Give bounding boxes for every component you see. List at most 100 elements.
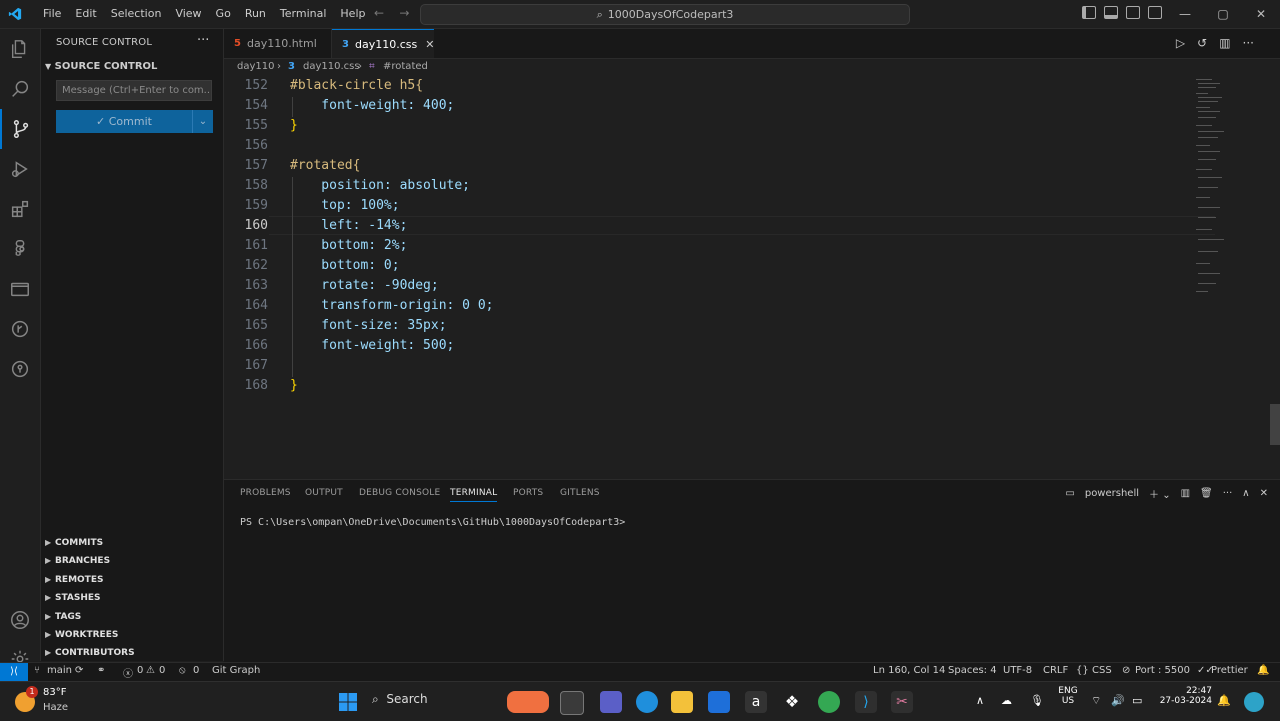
amazon-icon[interactable]: a bbox=[745, 691, 767, 713]
group-tags[interactable]: ▶ TAGS bbox=[45, 612, 81, 622]
close-tab-icon[interactable]: ✕ bbox=[425, 38, 434, 51]
vscode-taskbar-icon[interactable]: ⟩ bbox=[855, 691, 877, 713]
breadcrumb-file[interactable]: day110.css bbox=[303, 61, 360, 72]
menu-view[interactable]: View bbox=[168, 0, 208, 28]
maximize-panel-icon[interactable]: ∧ bbox=[1242, 488, 1249, 499]
run-debug-icon[interactable] bbox=[0, 149, 40, 189]
microsoft-store-icon[interactable] bbox=[708, 691, 730, 713]
prettier-status[interactable]: Prettier bbox=[1211, 665, 1248, 676]
sync-icon[interactable]: ⟳ bbox=[75, 665, 83, 676]
tab-day110-css[interactable]: 3 day110.css ✕ bbox=[332, 29, 434, 58]
explorer-icon[interactable] bbox=[0, 29, 40, 69]
accounts-icon[interactable] bbox=[0, 600, 40, 640]
code-editor[interactable]: 152 154 155 156 157 158 159 160 161 162 … bbox=[224, 77, 1280, 479]
teams-icon[interactable] bbox=[600, 691, 622, 713]
copilot-icon[interactable] bbox=[1244, 692, 1264, 712]
breadcrumb-folder[interactable]: day110 bbox=[237, 61, 274, 72]
tab-gitlens[interactable]: GITLENS bbox=[560, 488, 600, 498]
source-control-section-header[interactable]: ▼ SOURCE CONTROL bbox=[45, 61, 157, 72]
tab-terminal[interactable]: TERMINAL bbox=[450, 488, 498, 502]
menu-terminal[interactable]: Terminal bbox=[273, 0, 334, 28]
branch-name[interactable]: main bbox=[47, 665, 72, 676]
minimize-icon[interactable]: — bbox=[1166, 0, 1204, 28]
notifications-bell-icon[interactable]: 🔔 bbox=[1257, 665, 1269, 676]
new-terminal-icon[interactable]: ＋ ⌄ bbox=[1149, 486, 1171, 501]
toggle-panel-icon[interactable] bbox=[1104, 6, 1118, 19]
close-panel-icon[interactable]: ✕ bbox=[1260, 488, 1268, 499]
forward-arrow-icon[interactable]: → bbox=[399, 6, 409, 20]
notification-bell-icon[interactable]: 🔔 bbox=[1217, 694, 1231, 707]
customize-layout-icon[interactable] bbox=[1148, 6, 1162, 19]
minimap[interactable] bbox=[1192, 77, 1252, 307]
weather-temperature[interactable]: 83°F bbox=[43, 687, 66, 698]
volume-icon[interactable]: 🔊 bbox=[1111, 694, 1125, 707]
breadcrumb-symbol[interactable]: #rotated bbox=[383, 61, 428, 72]
group-contributors[interactable]: ▶ CONTRIBUTORS bbox=[45, 648, 135, 658]
live-share-icon[interactable]: ⚭ bbox=[97, 665, 105, 676]
close-window-icon[interactable]: ✕ bbox=[1242, 0, 1280, 28]
task-view-icon[interactable] bbox=[560, 691, 584, 715]
figma-icon[interactable] bbox=[0, 229, 40, 269]
input-language[interactable]: ENG US bbox=[1056, 686, 1080, 706]
tab-debug-console[interactable]: DEBUG CONSOLE bbox=[359, 488, 440, 498]
maximize-icon[interactable]: ▢ bbox=[1204, 0, 1242, 28]
run-file-icon[interactable]: ▷ bbox=[1176, 36, 1185, 50]
group-remotes[interactable]: ▶ REMOTES bbox=[45, 575, 103, 585]
errors-icon[interactable]: ⓧ bbox=[123, 665, 133, 680]
cursor-position[interactable]: Ln 160, Col 14 bbox=[873, 665, 945, 676]
commit-message-input[interactable]: Message (Ctrl+Enter to com... bbox=[56, 80, 212, 101]
wifi-icon[interactable]: ⌔ bbox=[1091, 694, 1101, 708]
chrome-icon[interactable] bbox=[818, 691, 840, 713]
group-commits[interactable]: ▶ COMMITS bbox=[45, 538, 103, 548]
split-editor-icon[interactable]: ▥ bbox=[1219, 36, 1230, 50]
warnings-icon[interactable]: ⚠ bbox=[146, 665, 155, 676]
file-explorer-icon[interactable] bbox=[671, 691, 693, 713]
tab-output[interactable]: OUTPUT bbox=[305, 488, 343, 498]
onedrive-icon[interactable]: ☁ bbox=[1001, 694, 1012, 707]
terminal-prompt[interactable]: PS C:\Users\ompan\OneDrive\Documents\Git… bbox=[240, 517, 625, 528]
language-mode[interactable]: CSS bbox=[1092, 665, 1112, 676]
remote-explorer-icon[interactable] bbox=[0, 269, 40, 309]
more-panel-actions-icon[interactable]: ··· bbox=[1223, 488, 1233, 499]
search-view-icon[interactable] bbox=[0, 69, 40, 109]
toggle-secondary-sidebar-icon[interactable] bbox=[1126, 6, 1140, 19]
tab-problems[interactable]: PROBLEMS bbox=[240, 488, 291, 498]
shell-name[interactable]: powershell bbox=[1085, 488, 1139, 499]
dropbox-icon[interactable]: ❖ bbox=[781, 691, 803, 713]
commit-dropdown-icon[interactable]: ⌄ bbox=[192, 110, 213, 133]
ports-icon[interactable]: ⦸ bbox=[179, 665, 186, 676]
encoding[interactable]: UTF-8 bbox=[1003, 665, 1032, 676]
group-stashes[interactable]: ▶ STASHES bbox=[45, 593, 101, 603]
menu-edit[interactable]: Edit bbox=[68, 0, 103, 28]
group-branches[interactable]: ▶ BRANCHES bbox=[45, 556, 110, 566]
tab-ports[interactable]: PORTS bbox=[513, 488, 543, 498]
indentation[interactable]: Spaces: 4 bbox=[948, 665, 997, 676]
tab-day110-html[interactable]: 5 day110.html bbox=[224, 29, 332, 58]
battery-icon[interactable]: ▭ bbox=[1132, 694, 1142, 707]
commit-button-main[interactable]: ✓ Commit bbox=[56, 110, 192, 133]
extensions-icon[interactable] bbox=[0, 189, 40, 229]
kill-terminal-icon[interactable]: 🗑 bbox=[1200, 488, 1213, 499]
menu-run[interactable]: Run bbox=[238, 0, 273, 28]
vertical-scrollbar[interactable] bbox=[1270, 404, 1280, 445]
menu-file[interactable]: File bbox=[36, 0, 68, 28]
menu-selection[interactable]: Selection bbox=[104, 0, 169, 28]
remote-indicator-icon[interactable]: ⟩⟨ bbox=[0, 663, 28, 681]
timeline-icon[interactable]: ↺ bbox=[1197, 36, 1207, 50]
more-editor-actions-icon[interactable]: ··· bbox=[1243, 36, 1254, 50]
copilot-widget-icon[interactable] bbox=[507, 691, 549, 713]
microphone-icon[interactable]: 🎙 bbox=[1030, 694, 1044, 707]
snipping-tool-icon[interactable]: ✂ bbox=[891, 691, 913, 713]
menu-go[interactable]: Go bbox=[209, 0, 238, 28]
live-server-port[interactable]: Port : 5500 bbox=[1135, 665, 1190, 676]
group-worktrees[interactable]: ▶ WORKTREES bbox=[45, 630, 118, 640]
taskbar-search[interactable]: ⌕ Search bbox=[372, 692, 428, 707]
clock[interactable]: 22:47 27-03-2024 bbox=[1158, 686, 1212, 706]
git-graph-icon[interactable] bbox=[0, 309, 40, 349]
commit-button[interactable]: ✓ Commit ⌄ bbox=[56, 110, 213, 133]
show-hidden-icons[interactable]: ∧ bbox=[976, 694, 984, 707]
weather-description[interactable]: Haze bbox=[43, 702, 68, 713]
git-graph-button[interactable]: Git Graph bbox=[212, 665, 260, 676]
toggle-sidebar-icon[interactable] bbox=[1082, 6, 1096, 19]
back-arrow-icon[interactable]: ← bbox=[374, 6, 384, 20]
